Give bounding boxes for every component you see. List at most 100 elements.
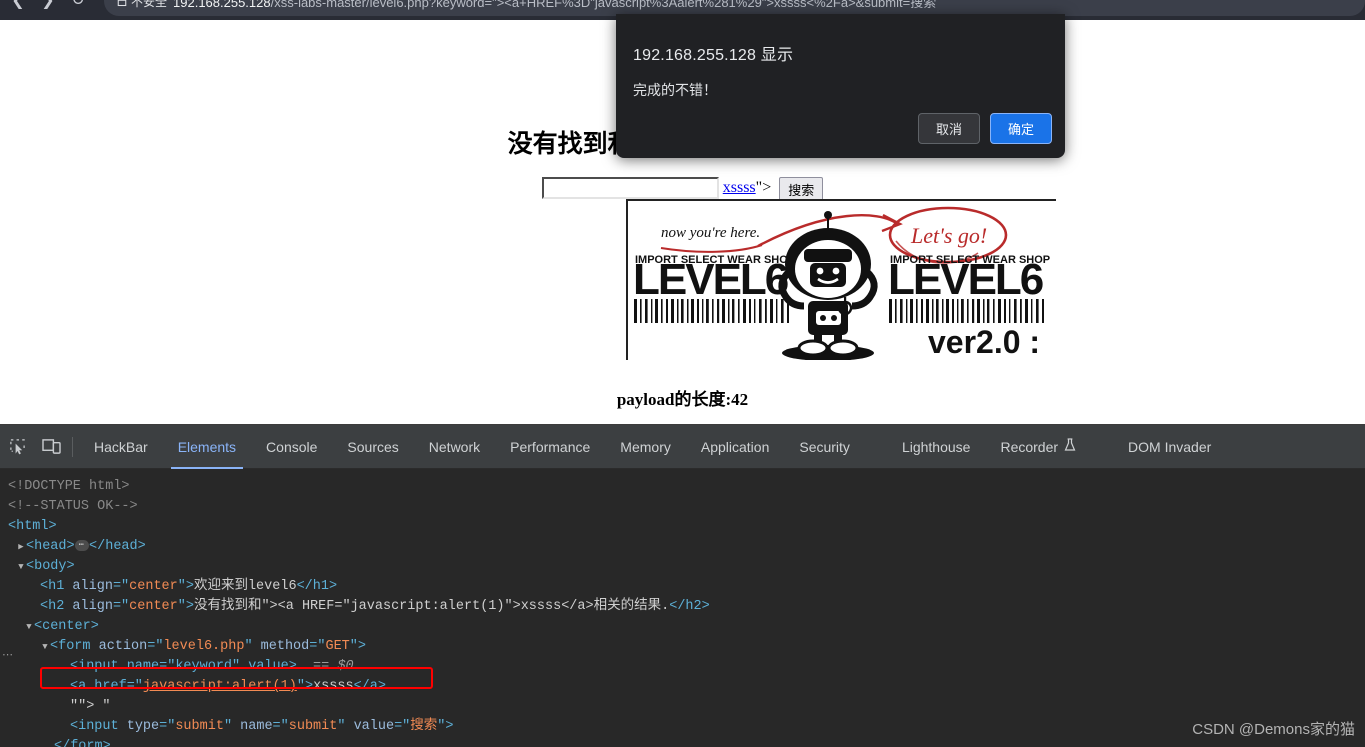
body-open-tag: <body> [26,559,75,574]
tab-label: Application [700,438,770,455]
dialog-title: 192.168.255.128 显示 [633,47,794,64]
dom-line-doctype: <!DOCTYPE html> [0,477,1365,497]
gutter-marker-icon[interactable]: ⋯ [2,650,14,661]
watermark-text: CSDN @Demons家的猫 [1192,721,1355,738]
security-label: 不安全 [131,0,168,9]
collapse-triangle-icon-center[interactable]: ▼ [24,617,34,637]
collapsed-content-icon[interactable]: ⋯ [74,540,90,551]
url-path: /xss-labs-master/level6.php?keyword="><a… [270,0,937,10]
tab-label: Console [266,438,318,455]
device-toolbar-icon[interactable] [34,425,68,469]
injected-markup: xssss"> [719,177,775,199]
injected-xss-link[interactable]: xssss [723,179,756,196]
tab-label: HackBar [94,438,148,455]
dom-line-anchor-selected[interactable]: <a href="javascript:alert(1)">xssss</a> [0,677,1365,697]
head-close-tag: </head> [89,539,146,554]
dom-line-input-keyword[interactable]: <input name="keyword" value> == $0 [0,657,1365,677]
h2-tag-name: h2 [48,599,65,614]
back-arrow-icon[interactable]: ❮ [8,0,28,9]
collapse-triangle-icon[interactable]: ▼ [16,557,26,577]
selected-node-ref: == $0 [313,659,354,674]
html-tag: <html> [8,519,57,534]
search-form: xssss"> 搜索 [0,177,1365,201]
anchor-href-link[interactable]: javascript:alert(1) [143,679,297,694]
tab-network[interactable]: Network [414,425,495,469]
tab-label: Lighthouse [901,438,971,455]
dom-line-body[interactable]: ▼ <body> [0,557,1365,577]
dom-line-head[interactable]: ▶ <head> ⋯ </head> [0,537,1365,557]
tab-performance[interactable]: Performance [495,425,605,469]
dom-line-stray-text[interactable]: ""> " [0,697,1365,717]
tab-elements[interactable]: Elements [163,425,251,469]
h2-attr-value: center [129,599,178,614]
tab-label: Sources [347,438,399,455]
center-open-tag: <center> [34,619,99,634]
payload-length-text: payload的长度:42 [616,390,749,409]
h1-text: 欢迎来到level6 [193,579,297,594]
stray-text-node: ""> " [70,699,111,714]
tab-console[interactable]: Console [251,425,332,469]
tab-memory[interactable]: Memory [605,425,686,469]
screenshot-root: ❮ ❯ ↻ 不安全 192.168.255.128/xss-labs-maste… [0,0,1365,747]
tab-label: Recorder [1000,438,1059,455]
reload-icon[interactable]: ↻ [68,0,88,9]
doctype-text: <!DOCTYPE html> [8,479,130,494]
tab-label: Memory [620,438,671,455]
dom-line-input-submit[interactable]: <input type="submit" name="submit" value… [0,717,1365,737]
dom-line-form[interactable]: ▼ <form action="level6.php" method="GET"> [0,637,1365,657]
form-method-value: GET [325,639,350,654]
url-text: 192.168.255.128/xss-labs-master/level6.p… [173,0,1353,11]
comment-text: <!--STATUS OK--> [8,499,138,514]
form-method-attr: method [260,639,310,654]
tab-label: Security [799,438,850,455]
tab-hackbar[interactable]: HackBar [79,425,163,469]
collapse-triangle-icon-form[interactable]: ▼ [40,637,50,657]
tab-label: Network [428,438,481,455]
head-open-tag: <head> [26,539,75,554]
dom-line-h1[interactable]: <h1 align="center">欢迎来到level6</h1> [0,577,1365,597]
devtools-panel: HackBar Elements Console Sources Network… [0,424,1365,747]
dom-line-center[interactable]: ▼ <center> [0,617,1365,637]
svg-text:now you're here.: now you're here. [661,225,760,241]
svg-text:Let's go!: Let's go! [910,223,987,248]
tab-application[interactable]: Application [686,425,785,469]
h2-text: 没有找到和"><a HREF="javascript:alert(1)">xss… [193,599,670,614]
expand-triangle-icon[interactable]: ▶ [16,537,26,557]
dom-line-html[interactable]: <html> [0,517,1365,537]
tab-sources[interactable]: Sources [332,425,413,469]
javascript-alert-dialog: 192.168.255.128 显示 完成的不错！ 取消 确定 [616,14,1065,158]
anchor-mid: "> [296,679,314,694]
dom-line-form-close[interactable]: </form> [0,737,1365,747]
forward-arrow-icon[interactable]: ❯ [38,0,58,9]
anchor-close: </a> [353,679,386,694]
inspect-element-icon[interactable] [0,425,34,469]
dialog-cancel-button[interactable]: 取消 [918,113,980,144]
dom-line-h2[interactable]: <h2 align="center">没有找到和"><a HREF="javas… [0,597,1365,617]
toolbar-divider [72,436,73,457]
form-tag-name: form [58,639,91,654]
h1-tag-name: h1 [48,579,65,594]
h1-attr-value: center [129,579,178,594]
level6-banner-image: now you're here. Let's go! IMPORT SELECT… [626,199,1056,360]
tab-recorder[interactable]: Recorder [985,425,1091,469]
dom-line-comment: <!--STATUS OK--> [0,497,1365,517]
svg-text:ver2.0 :: ver2.0 : [928,324,1040,360]
tab-label: Elements [177,438,237,455]
svg-text:LEVEL6: LEVEL6 [888,255,1043,304]
anchor-open-markup: <a href=" [70,679,143,694]
anchor-text: xssss [313,679,354,694]
dialog-ok-button[interactable]: 确定 [990,113,1052,144]
tab-security[interactable]: Security [784,425,865,469]
form-action-attr: action [98,639,148,654]
tab-lighthouse[interactable]: Lighthouse [887,425,986,469]
elements-dom-tree[interactable]: <!DOCTYPE html> <!--STATUS OK--> <html> … [0,469,1365,747]
devtools-tabbar: HackBar Elements Console Sources Network… [0,425,1365,469]
injected-tail: "> [755,179,772,196]
form-close-tag: </form> [54,739,111,747]
not-secure-icon[interactable]: 不安全 [116,0,167,10]
tab-label: Performance [510,438,591,455]
tab-dom-invader[interactable]: DOM Invader [1113,425,1226,469]
keyword-input[interactable] [541,177,719,199]
url-host: 192.168.255.128 [173,0,271,10]
submit-button[interactable]: 搜索 [779,177,824,201]
